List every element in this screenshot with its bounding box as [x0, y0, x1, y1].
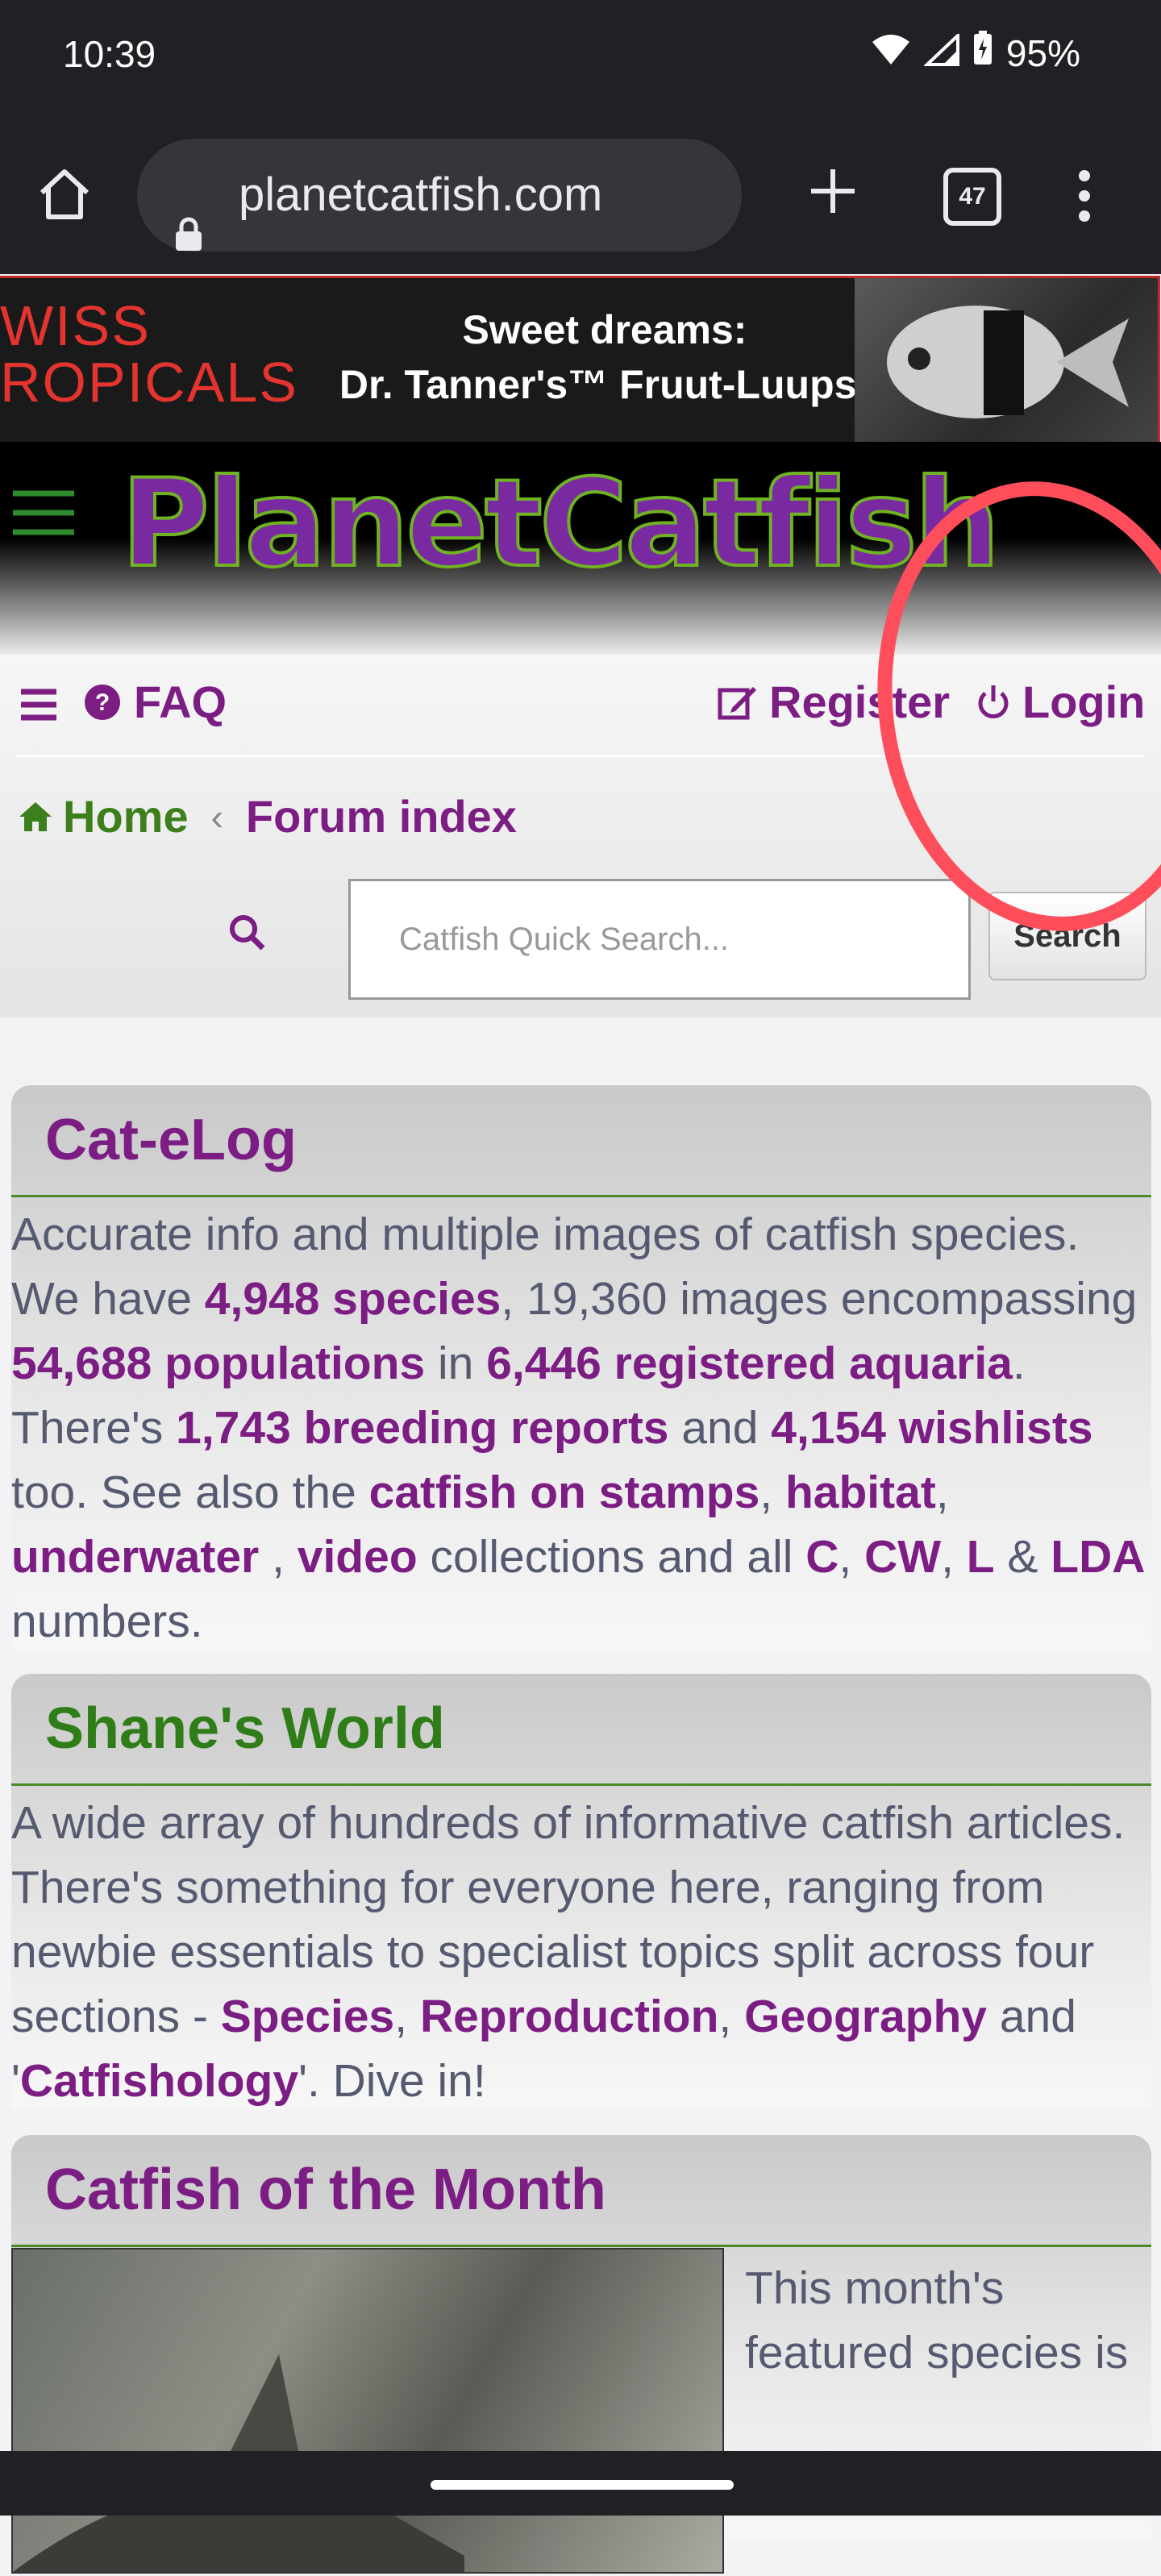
login-link[interactable]: Login: [976, 676, 1145, 728]
shanes-world-text: A wide array of hundreds of informative …: [11, 1786, 1151, 2124]
video-link[interactable]: video: [298, 1531, 418, 1583]
stamps-link[interactable]: catfish on stamps: [369, 1467, 760, 1518]
hamburger-menu-icon[interactable]: [11, 487, 76, 543]
catfishology-link[interactable]: Catfishology: [20, 2055, 298, 2107]
text: ,: [718, 1991, 745, 2042]
text: ,: [941, 1531, 967, 1583]
geography-link[interactable]: Geography: [744, 1991, 987, 2042]
battery-percent: 95%: [1005, 31, 1080, 74]
catelog-title[interactable]: Cat-eLog: [11, 1085, 1151, 1197]
cotm-description: This month's featured species is: [745, 2262, 1129, 2378]
l-numbers-link[interactable]: L: [967, 1531, 995, 1583]
cotm-fish-image[interactable]: [11, 2248, 724, 2574]
site-nav: ? FAQ Register Login Home ‹ Forum index …: [0, 655, 1161, 1017]
search-icon[interactable]: [227, 913, 266, 955]
breeding-reports-link[interactable]: 1,743 breeding reports: [176, 1402, 668, 1454]
site-logo[interactable]: PlanetCatfish: [119, 452, 1002, 597]
status-bar: 10:39 95%: [0, 0, 1161, 121]
text: too. See also the: [11, 1467, 369, 1518]
battery-icon: [972, 31, 993, 75]
c-numbers-link[interactable]: C: [805, 1531, 838, 1583]
catelog-panel: Cat-eLog Accurate info and multiple imag…: [11, 1085, 1151, 1650]
search-button[interactable]: Search: [988, 892, 1146, 980]
ad-tagline-line2: Dr. Tanner's™ Fruut-Luups!: [339, 362, 871, 407]
text: , 19,360 images encompassing: [501, 1273, 1138, 1325]
breadcrumb-forum-index[interactable]: Forum index: [246, 790, 517, 843]
cw-numbers-link[interactable]: CW: [864, 1531, 941, 1583]
faq-link[interactable]: ? FAQ: [84, 676, 227, 728]
power-icon: [978, 685, 1009, 718]
wishlists-link[interactable]: 4,154 wishlists: [771, 1402, 1092, 1454]
text: '. Dive in!: [298, 2055, 486, 2107]
text: numbers.: [11, 1596, 203, 1647]
address-bar[interactable]: planetcatfish.com: [137, 139, 742, 252]
browser-toolbar: planetcatfish.com 47: [0, 121, 1161, 274]
home-gesture-handle[interactable]: [431, 2480, 734, 2490]
edit-icon: [718, 686, 756, 719]
login-label: Login: [1022, 676, 1146, 727]
ad-brand-line1: WISS: [0, 294, 151, 357]
breadcrumb: Home ‹ Forum index: [18, 790, 517, 843]
breadcrumb-separator: ‹: [210, 795, 223, 838]
status-time: 10:39: [63, 33, 156, 75]
overflow-menu-icon[interactable]: [1072, 168, 1096, 228]
ad-fish-image: [855, 278, 1158, 443]
wifi-icon: [871, 31, 911, 75]
reproduction-link[interactable]: Reproduction: [420, 1991, 718, 2042]
url-text: planetcatfish.com: [239, 169, 603, 221]
faq-label: FAQ: [134, 676, 227, 727]
habitat-link[interactable]: habitat: [785, 1467, 936, 1518]
catfish-search-input[interactable]: [348, 879, 971, 1000]
tab-switcher-button[interactable]: 47: [943, 168, 1001, 226]
shanes-world-title[interactable]: Shane's World: [11, 1674, 1151, 1786]
species-section-link[interactable]: Species: [221, 1991, 394, 2042]
underwater-link[interactable]: underwater: [11, 1531, 259, 1583]
shanes-world-panel: Shane's World A wide array of hundreds o…: [11, 1674, 1151, 2109]
ad-tagline-line1: Sweet dreams:: [462, 307, 747, 352]
register-label: Register: [769, 676, 951, 727]
text: &: [994, 1531, 1051, 1583]
home-icon[interactable]: [35, 165, 94, 227]
catelog-text: Accurate info and multiple images of cat…: [11, 1197, 1151, 1665]
populations-link[interactable]: 54,688 populations: [11, 1338, 425, 1389]
text: ,: [259, 1531, 298, 1583]
aquaria-link[interactable]: 6,446 registered aquaria: [486, 1338, 1013, 1389]
species-link[interactable]: 4,948 species: [205, 1273, 501, 1325]
ad-tagline: Sweet dreams: Dr. Tanner's™ Fruut-Luups!: [339, 302, 871, 412]
breadcrumb-home[interactable]: Home: [18, 790, 189, 843]
nav-top-row: ? FAQ Register Login: [16, 655, 1145, 757]
site-header: PlanetCatfish: [0, 442, 1161, 655]
quick-links-menu-icon[interactable]: [19, 687, 58, 726]
status-icons: 95%: [871, 31, 1080, 75]
ad-banner[interactable]: WISS ROPICALS Sweet dreams: Dr. Tanner's…: [0, 276, 1160, 445]
house-icon: [19, 801, 52, 831]
ad-brand: WISS ROPICALS: [0, 298, 298, 410]
register-link[interactable]: Register: [718, 676, 950, 728]
lda-numbers-link[interactable]: LDA: [1051, 1531, 1145, 1583]
text: in: [425, 1338, 487, 1389]
text: ,: [759, 1467, 785, 1518]
question-circle-icon: ?: [85, 684, 120, 720]
text: ,: [935, 1467, 949, 1518]
signal-icon: [922, 31, 959, 75]
svg-text:?: ?: [95, 689, 110, 716]
ad-brand-line2: ROPICALS: [0, 351, 298, 414]
text: ,: [838, 1531, 865, 1583]
text: collections and all: [417, 1531, 806, 1583]
cotm-title[interactable]: Catfish of the Month: [11, 2135, 1151, 2247]
breadcrumb-home-label: Home: [63, 791, 189, 842]
navigation-gesture-bar: [0, 2451, 1161, 2516]
new-tab-icon[interactable]: [805, 163, 861, 223]
text: ,: [394, 1991, 420, 2042]
text: and: [668, 1402, 772, 1454]
